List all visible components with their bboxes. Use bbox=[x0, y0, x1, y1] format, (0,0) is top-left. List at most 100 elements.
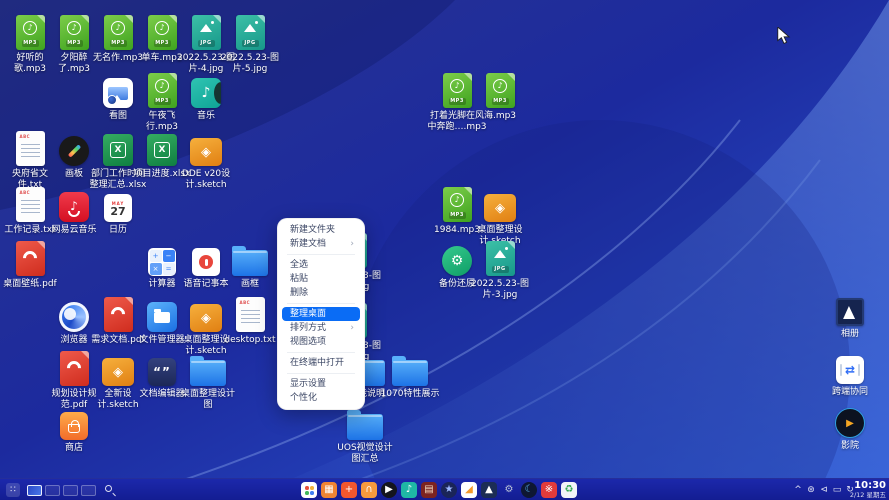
menu-item-display-settings[interactable]: 显示设置 bbox=[282, 377, 360, 391]
mp3-file-icon: ♪ MP3 bbox=[15, 15, 45, 50]
icon-art: ♪ MP3 bbox=[485, 72, 515, 108]
icon-art: ♪ MP3 bbox=[147, 72, 177, 108]
desktop-icon-yinyue[interactable]: ♪ 音乐 bbox=[175, 72, 237, 122]
taskbar-app-album-icon[interactable]: ▲ bbox=[481, 482, 497, 498]
icon-art bbox=[15, 240, 45, 276]
voice-notes-app-icon bbox=[192, 248, 220, 276]
menu-item-label: 粘贴 bbox=[290, 274, 309, 284]
icon-art: ABC bbox=[15, 186, 45, 222]
menu-item-new-document[interactable]: 新建文档 › bbox=[282, 237, 360, 251]
taskbar-app-dark-browser-icon[interactable]: ☾ bbox=[521, 482, 537, 498]
taskbar-app-red-app-icon[interactable]: ※ bbox=[541, 482, 557, 498]
taskbar-apps: ▦ + ∩ ▶ ♪ ▤ ★ ◢ ▲ ⚙ ☾ ※ ♻ bbox=[301, 479, 577, 500]
desktop-icon-label: 影院 bbox=[840, 441, 859, 451]
mp3-file-icon: ♪ MP3 bbox=[59, 15, 89, 50]
taskbar-app-photos-icon[interactable]: ◢ bbox=[461, 482, 477, 498]
menu-item-view-options[interactable]: 视图选项 bbox=[282, 335, 360, 349]
workspace-thumbnail-3[interactable] bbox=[63, 484, 78, 496]
icon-art: ⚙ bbox=[442, 240, 472, 276]
icon-art: ⇄ bbox=[836, 348, 864, 384]
taskbar-app-app-store-icon[interactable]: ▦ bbox=[321, 482, 337, 498]
desktop-icon-grid: ♪ MP3 好听的 歌.mp3 ♪ MP3 夕阳醉 了.mp3 ♪ MP3 无名作.mp3 ♪ MP… bbox=[0, 0, 889, 500]
desktop-icon-rili[interactable]: MAY 27 日历 bbox=[87, 186, 149, 236]
taskbar-app-trash-icon[interactable]: ♻ bbox=[561, 482, 577, 498]
desktop-icon-kuaduanxietong[interactable]: ⇄ 跨端协同 bbox=[819, 348, 881, 398]
desktop-icon-label: 2022.5.23-图 片-3.jpg bbox=[470, 279, 530, 300]
menu-item-sort-by[interactable]: 排列方式 › bbox=[282, 321, 360, 335]
taskbar-app-software-center-icon[interactable]: + bbox=[341, 482, 357, 498]
desktop-icon-pic5-jpg[interactable]: JPG 2022.5.23-图 片-5.jpg bbox=[219, 14, 281, 74]
menu-item-organize-desktop[interactable]: 整理桌面 bbox=[282, 307, 360, 321]
menu-item-open-in-terminal[interactable]: 在终端中打开 bbox=[282, 356, 360, 370]
menu-item-select-all[interactable]: 全选 bbox=[282, 258, 360, 272]
menu-item-label: 整理桌面 bbox=[290, 309, 327, 319]
album-stamp-icon bbox=[836, 298, 864, 326]
icon-art: ♪ MP3 bbox=[103, 14, 133, 50]
icon-art: ◈ bbox=[190, 130, 222, 166]
desktop-icon-label: 海.mp3 bbox=[483, 111, 517, 121]
desktop-icon-dde-sketch[interactable]: ◈ DDE v20设 计.sketch bbox=[175, 130, 237, 190]
menu-item-label: 新建文档 bbox=[290, 239, 327, 249]
desktop-icon-label: 日历 bbox=[108, 225, 127, 235]
menu-item-label: 排列方式 bbox=[290, 323, 327, 333]
sketch-file-icon: ◈ bbox=[484, 194, 516, 222]
menu-item-label: 显示设置 bbox=[290, 379, 327, 389]
desktop-icon-shangdian[interactable]: 商店 bbox=[43, 404, 105, 454]
folder-icon bbox=[190, 356, 226, 386]
icon-art bbox=[59, 350, 89, 386]
taskbar-left: ∷ bbox=[6, 479, 117, 500]
taskbar-app-control-center-icon[interactable]: ⚙ bbox=[501, 482, 517, 498]
desktop-icon-xiangce[interactable]: 相册 bbox=[819, 290, 881, 340]
desktop-icon-yingyuan[interactable]: ▶ 影院 bbox=[819, 402, 881, 452]
menu-item-personalize[interactable]: 个性化 bbox=[282, 391, 360, 405]
desktop-icon-label: 看图 bbox=[108, 111, 127, 121]
menu-item-delete[interactable]: 删除 bbox=[282, 286, 360, 300]
desktop-icon-uos-folder[interactable]: UOS视觉设计 图汇总 bbox=[334, 404, 396, 464]
taskbar-app-music-app-icon[interactable]: ♪ bbox=[401, 482, 417, 498]
tray-volume-icon[interactable]: ⊲ bbox=[819, 485, 829, 495]
icon-art bbox=[192, 240, 220, 276]
launcher-button[interactable]: ∷ bbox=[6, 483, 20, 497]
xlsx-file-icon: X bbox=[103, 134, 133, 166]
tray-input-method-icon[interactable]: ⊛ bbox=[806, 485, 816, 495]
tray-expand-icon[interactable]: ^ bbox=[793, 485, 803, 495]
desktop-icon-pic3-jpg[interactable]: JPG 2022.5.23-图 片-3.jpg bbox=[469, 240, 531, 300]
menu-item-label: 视图选项 bbox=[290, 337, 327, 347]
menu-item-paste[interactable]: 粘贴 bbox=[282, 272, 360, 286]
icon-art: ABC bbox=[15, 130, 45, 166]
taskbar-app-launcher-grid-icon[interactable] bbox=[301, 482, 317, 498]
clock[interactable]: 10:30 2/12 星期五 bbox=[850, 480, 886, 499]
desktop-icon-desktop-txt[interactable]: ABC desktop.txt bbox=[219, 296, 281, 346]
taskbar-app-journal-icon[interactable]: ▤ bbox=[421, 482, 437, 498]
desktop-icon-zmzl-sketch-right[interactable]: ◈桌面整理设 计.sketch bbox=[469, 186, 531, 246]
desktop-icon-zmzl-sjt-folder[interactable]: 桌面整理设计 图 bbox=[177, 350, 239, 410]
icon-art: X bbox=[147, 130, 177, 166]
desktop-icon-label: 午夜飞 行.mp3 bbox=[145, 111, 179, 132]
taskbar-app-assistant-icon[interactable]: ★ bbox=[441, 482, 457, 498]
search-icon[interactable] bbox=[104, 484, 117, 497]
draw-app-icon bbox=[59, 136, 89, 166]
mp3-file-icon: ♪ MP3 bbox=[442, 73, 472, 108]
desktop-icon-huakuang-folder[interactable]: 画框 bbox=[219, 240, 281, 290]
icon-art bbox=[59, 130, 89, 166]
workspace-thumbnail-2[interactable] bbox=[45, 484, 60, 496]
tray-keyboard-icon[interactable]: ▭ bbox=[832, 485, 842, 495]
workspace-thumbnail-1[interactable] bbox=[27, 484, 42, 496]
pdf-file-icon bbox=[15, 241, 45, 276]
menu-item-new-folder[interactable]: 新建文件夹 bbox=[282, 223, 360, 237]
workspace-thumbnail-4[interactable] bbox=[81, 484, 96, 496]
text-file-icon: ABC bbox=[15, 131, 45, 166]
taskbar-app-media-player-icon[interactable]: ▶ bbox=[381, 482, 397, 498]
menu-item-label: 删除 bbox=[290, 288, 309, 298]
taskbar-app-shopping-bag-icon[interactable]: ∩ bbox=[361, 482, 377, 498]
jpg-file-icon: JPG bbox=[191, 15, 221, 50]
calendar-app-icon: MAY 27 bbox=[104, 194, 132, 222]
icon-art: ABC bbox=[235, 296, 265, 332]
desktop-icon-label: 计算器 bbox=[148, 279, 176, 289]
icon-art bbox=[59, 296, 89, 332]
mouse-cursor bbox=[777, 27, 791, 44]
desktop-icon-tx1070-folder[interactable]: 1070特性展示 bbox=[379, 350, 441, 400]
desktop-icon-zhuomianbizhi-pdf[interactable]: 桌面壁纸.pdf bbox=[0, 240, 61, 290]
desktop-icon-hai-mp3[interactable]: ♪ MP3 海.mp3 bbox=[469, 72, 531, 122]
desktop-icon-label: 桌面整理设计 图 bbox=[180, 389, 235, 410]
